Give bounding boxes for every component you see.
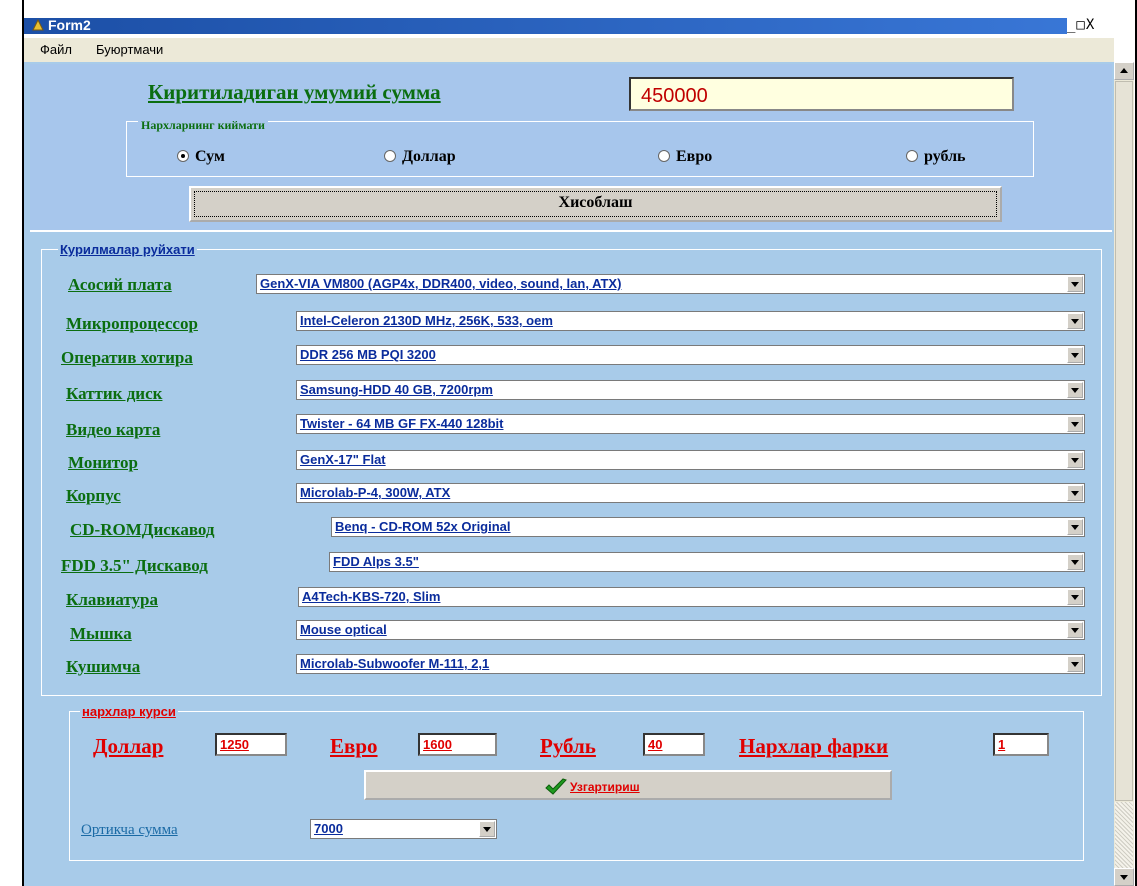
device-label-hdd: Каттик диск	[66, 384, 163, 403]
chevron-down-icon[interactable]	[1067, 589, 1083, 605]
cdrom-combo[interactable]: Benq - CD-ROM 52x Original	[331, 517, 1085, 537]
chevron-down-icon[interactable]	[1067, 519, 1083, 535]
app-icon	[32, 19, 44, 31]
keyboard-combo[interactable]: A4Tech-KBS-720, Slim	[298, 587, 1085, 607]
euro-rate-label: Евро	[330, 734, 378, 758]
ruble-rate-input[interactable]: 40	[643, 733, 705, 756]
total-sum-label: Киритиладиган умумий сумма	[148, 80, 441, 104]
price-diff-input[interactable]: 1	[993, 733, 1049, 756]
monitor-combo[interactable]: GenX-17" Flat	[296, 450, 1085, 470]
rates-group-title: нархлар курси	[80, 704, 178, 719]
chevron-down-icon[interactable]	[1067, 656, 1083, 672]
checkmark-icon	[545, 778, 567, 795]
video-combo[interactable]: Twister - 64 MB GF FX-440 128bit	[296, 414, 1085, 434]
chevron-down-icon[interactable]	[1067, 347, 1083, 363]
device-label-extra: Кушимча	[66, 657, 141, 676]
menu-customer[interactable]: Буюртмачи	[96, 42, 163, 57]
radio-dollar[interactable]: Доллар	[384, 148, 456, 166]
radio-dollar-dot[interactable]	[384, 150, 396, 162]
device-label-motherboard: Асосий плата	[68, 275, 172, 294]
chevron-down-icon[interactable]	[1067, 622, 1083, 638]
extra-device-combo[interactable]: Microlab-Subwoofer M-111, 2,1	[296, 654, 1085, 674]
radio-euro[interactable]: Евро	[658, 148, 712, 166]
ruble-rate-label: Рубль	[540, 734, 596, 758]
total-sum-input[interactable]: 450000	[629, 77, 1014, 111]
price-group-title: Нархларнинг киймати	[138, 118, 268, 133]
extra-sum-combo[interactable]: 7000	[310, 819, 497, 839]
chevron-down-icon[interactable]	[1067, 554, 1083, 570]
fdd-combo[interactable]: FDD Alps 3.5"	[329, 552, 1085, 572]
device-label-cpu: Микропроцессор	[66, 314, 198, 333]
window-title: Form2	[48, 17, 91, 33]
window-controls[interactable]: _□X	[1067, 17, 1131, 35]
device-label-ram: Оператив хотира	[61, 348, 193, 367]
scrollbar-thumb[interactable]	[1115, 81, 1133, 801]
change-button-label[interactable]: Узгартириш	[570, 780, 640, 794]
dollar-rate-input[interactable]: 1250	[215, 733, 287, 756]
radio-sum[interactable]: Сум	[177, 148, 225, 166]
device-label-fdd: FDD 3.5" Дискавод	[61, 556, 208, 575]
device-label-case: Корпус	[66, 486, 121, 505]
radio-sum-dot[interactable]	[177, 150, 189, 162]
chevron-down-icon[interactable]	[479, 821, 495, 837]
menu-bar	[24, 38, 1114, 62]
devices-group-title: Курилмалар руйхати	[58, 242, 197, 257]
title-bar[interactable]	[24, 18, 1114, 34]
dollar-rate-label: Доллар	[93, 734, 164, 758]
motherboard-combo[interactable]: GenX-VIA VM800 (AGP4x, DDR400, video, so…	[256, 274, 1085, 294]
device-label-cdrom: CD-ROMДискавод	[70, 520, 215, 539]
chevron-down-icon[interactable]	[1067, 452, 1083, 468]
radio-ruble[interactable]: рубль	[906, 148, 966, 166]
hdd-combo[interactable]: Samsung-HDD 40 GB, 7200rpm	[296, 380, 1085, 400]
case-combo[interactable]: Microlab-P-4, 300W, ATX	[296, 483, 1085, 503]
device-label-mouse: Мышка	[70, 624, 132, 643]
radio-euro-dot[interactable]	[658, 150, 670, 162]
calculate-button[interactable]: Хисоблаш	[189, 186, 1002, 222]
chevron-down-icon[interactable]	[1067, 313, 1083, 329]
scroll-up-icon[interactable]	[1114, 62, 1134, 80]
chevron-down-icon[interactable]	[1067, 276, 1083, 292]
panel-divider	[30, 230, 1112, 232]
cpu-combo[interactable]: Intel-Celeron 2130D MHz, 256K, 533, oem	[296, 311, 1085, 331]
scroll-down-icon[interactable]	[1114, 868, 1134, 886]
mouse-combo[interactable]: Mouse optical	[296, 620, 1085, 640]
device-label-video: Видео карта	[66, 420, 161, 439]
chevron-down-icon[interactable]	[1067, 416, 1083, 432]
extra-sum-label: Ортикча сумма	[81, 822, 178, 838]
price-diff-label: Нархлар фарки	[739, 734, 889, 758]
euro-rate-input[interactable]: 1600	[418, 733, 497, 756]
device-label-monitor: Монитор	[68, 453, 138, 472]
chevron-down-icon[interactable]	[1067, 382, 1083, 398]
chevron-down-icon[interactable]	[1067, 485, 1083, 501]
ram-combo[interactable]: DDR 256 MB PQI 3200	[296, 345, 1085, 365]
radio-ruble-dot[interactable]	[906, 150, 918, 162]
menu-file[interactable]: Файл	[40, 42, 72, 57]
device-label-keyboard: Клавиатура	[66, 590, 158, 609]
